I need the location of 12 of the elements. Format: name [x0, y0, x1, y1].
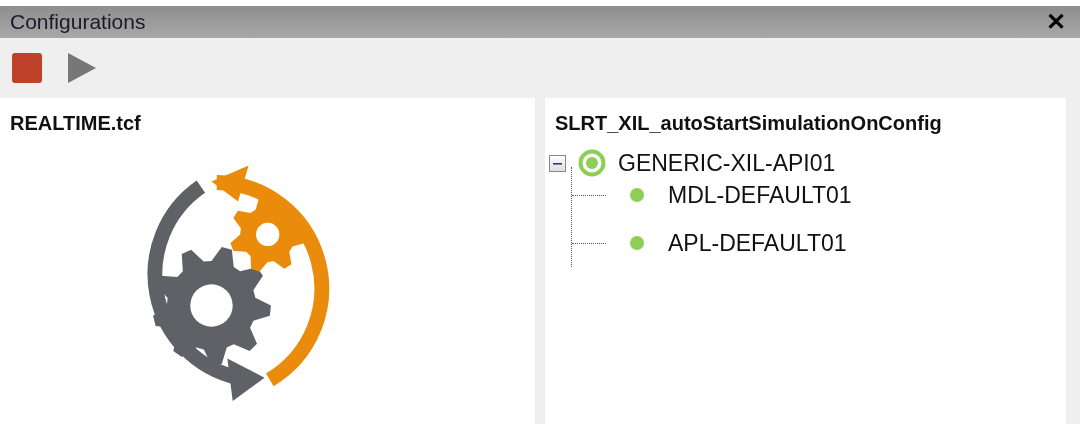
close-button[interactable]: ✕ [1042, 8, 1070, 36]
panel-title: SLRT_XIL_autoStartSimulationOnConfig [555, 112, 943, 135]
status-dot-icon [630, 188, 644, 202]
window-title: Configurations [10, 10, 146, 34]
panel-title: REALTIME.tcf [10, 112, 142, 135]
tree-item[interactable]: APL-DEFAULT01 [668, 229, 847, 257]
tree-item[interactable]: MDL-DEFAULT01 [668, 181, 852, 209]
play-button[interactable] [68, 53, 96, 83]
collapse-toggle[interactable] [549, 154, 566, 172]
status-ring-icon [578, 149, 606, 177]
status-dot-icon [630, 236, 644, 250]
tree-item[interactable]: GENERIC-XIL-API01 [618, 149, 836, 177]
